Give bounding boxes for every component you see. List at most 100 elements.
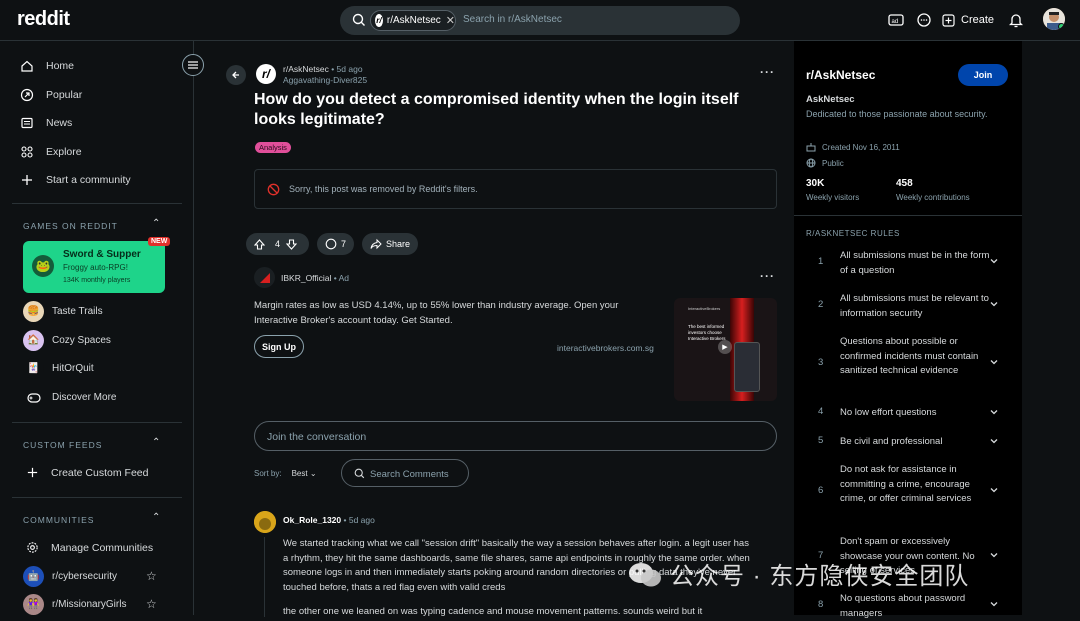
game-item[interactable]: 🃏 HitOrQuit: [23, 358, 94, 379]
ad-url[interactable]: interactivebrokers.com.sg: [557, 343, 654, 353]
nav-popular[interactable]: Popular: [20, 88, 82, 102]
search-community-chip[interactable]: r/ r/AskNetsec ✕: [370, 10, 456, 31]
rule-number: 1: [818, 256, 824, 267]
play-icon[interactable]: ▶: [718, 340, 732, 354]
nav-home[interactable]: Home: [20, 59, 74, 73]
comments-button[interactable]: 7: [317, 233, 355, 255]
watermark: 公众号 · 东方隐侠安全团队: [628, 556, 969, 595]
create-custom-feed[interactable]: Create Custom Feed: [26, 466, 148, 479]
sort-label: Sort by:: [254, 469, 282, 478]
sign-up-button[interactable]: Sign Up: [254, 335, 304, 358]
close-icon[interactable]: ✕: [446, 14, 455, 27]
community-item[interactable]: 👭 r/MissionaryGirls: [23, 594, 126, 615]
watermark-text: 公众号 · 东方隐侠安全团队: [670, 563, 970, 590]
created-text: Created Nov 16, 2011: [822, 142, 900, 152]
user-avatar[interactable]: [1043, 8, 1065, 30]
advertise-icon[interactable]: ad: [886, 10, 906, 30]
plus-icon: [27, 467, 38, 478]
chevron-down-icon[interactable]: [989, 404, 999, 422]
divider: [12, 203, 182, 204]
star-icon[interactable]: ☆: [146, 597, 157, 611]
news-icon: [21, 117, 33, 129]
sort-control[interactable]: Sort by: Best ⌄: [254, 469, 317, 478]
visitors-count: 30K: [806, 178, 825, 189]
more-options-icon[interactable]: ···: [760, 269, 775, 283]
cybersecurity-icon: 🤖: [23, 566, 44, 587]
nav-start-community[interactable]: Start a community: [20, 173, 131, 187]
reddit-logo[interactable]: reddit: [17, 8, 70, 31]
comment-author[interactable]: Ok_Role_1320: [283, 515, 341, 525]
share-icon: [370, 238, 382, 250]
discover-more[interactable]: Discover More: [23, 387, 116, 408]
cake-icon: [806, 143, 816, 152]
back-button[interactable]: [226, 65, 246, 85]
plus-icon: [942, 13, 955, 27]
manage-communities[interactable]: Manage Communities: [26, 541, 153, 554]
thread-line[interactable]: [264, 537, 265, 617]
nav-label: Home: [46, 60, 75, 72]
chevron-down-icon[interactable]: [989, 253, 999, 271]
game-title: Sword & Supper: [63, 249, 141, 260]
chevron-up-icon[interactable]: ⌃: [152, 218, 160, 229]
more-options-icon[interactable]: ···: [760, 65, 775, 79]
featured-game-card[interactable]: 🐸 Sword & Supper Froggy auto-RPG! 134K m…: [23, 237, 171, 293]
search-comments-input[interactable]: Search Comments: [341, 459, 469, 487]
share-label: Share: [386, 239, 411, 249]
ad-body[interactable]: Margin rates as low as USD 4.14%, up to …: [254, 298, 664, 328]
chevron-down-icon[interactable]: [989, 596, 999, 614]
top-bar: reddit r/ r/AskNetsec ✕ Search in r/AskN…: [0, 0, 1080, 41]
sort-value[interactable]: Best: [292, 469, 308, 478]
chat-icon[interactable]: [914, 10, 934, 30]
advertiser-name[interactable]: IBKR_Official: [281, 273, 331, 283]
divider: [794, 215, 1022, 216]
comment-age: 5d ago: [348, 515, 375, 525]
post-flair[interactable]: Analysis: [255, 142, 291, 153]
game-item[interactable]: 🍔 Taste Trails: [23, 301, 103, 322]
rule-number: 2: [818, 299, 824, 310]
nav-explore[interactable]: Explore: [20, 145, 82, 159]
upvote-icon[interactable]: [254, 238, 265, 250]
rule-number: 5: [818, 435, 824, 446]
chevron-up-icon[interactable]: ⌃: [152, 512, 160, 523]
nav-label: Popular: [46, 89, 83, 101]
search-bar[interactable]: r/ r/AskNetsec ✕ Search in r/AskNetsec: [340, 6, 740, 35]
search-input[interactable]: Search in r/AskNetsec: [463, 14, 562, 25]
community-item[interactable]: 🤖 r/cybersecurity: [23, 566, 117, 587]
visitors-label: Weekly visitors: [806, 193, 860, 202]
post-meta: r/AskNetsec • 5d ago: [283, 64, 363, 74]
wechat-icon: [628, 562, 662, 595]
create-button[interactable]: Create: [942, 13, 995, 27]
game-label: Discover More: [52, 392, 117, 403]
communities-heading: COMMUNITIES: [23, 515, 95, 525]
contributions-count: 458: [896, 178, 913, 189]
downvote-icon[interactable]: [286, 238, 298, 250]
share-button[interactable]: Share: [362, 233, 419, 255]
hitorquit-icon: 🃏: [23, 358, 44, 379]
chevron-down-icon[interactable]: [989, 296, 999, 314]
star-icon[interactable]: ☆: [146, 569, 157, 583]
nav-news[interactable]: News: [20, 116, 72, 130]
post-main: r/ r/AskNetsec • 5d ago Aggavathing-Dive…: [194, 41, 794, 617]
join-button[interactable]: Join: [958, 64, 1008, 86]
notification-bell-icon[interactable]: [1006, 10, 1026, 30]
chevron-down-icon[interactable]: [989, 547, 999, 565]
divider: [12, 497, 182, 498]
join-conversation-input[interactable]: Join the conversation: [254, 421, 777, 451]
advertiser-avatar[interactable]: [254, 267, 275, 288]
subreddit-icon[interactable]: r/: [256, 64, 276, 84]
chevron-up-icon[interactable]: ⌃: [152, 437, 160, 448]
subreddit-link[interactable]: r/AskNetsec: [283, 64, 329, 74]
rule-number: 6: [818, 485, 824, 496]
taste-trails-icon: 🍔: [23, 301, 44, 322]
post-author[interactable]: Aggavathing-Diver825: [283, 75, 367, 85]
ad-thumbnail[interactable]: InteractiveBrokers The best informed inv…: [674, 298, 777, 401]
chevron-down-icon[interactable]: [989, 433, 999, 451]
chevron-down-icon[interactable]: [989, 354, 999, 372]
blocked-icon: [267, 183, 280, 196]
search-icon: [352, 13, 365, 26]
create-label: Create: [961, 14, 995, 26]
game-item[interactable]: 🏠 Cozy Spaces: [23, 330, 111, 351]
nav-label: Start a community: [46, 174, 131, 186]
chevron-down-icon[interactable]: [989, 482, 999, 500]
commenter-avatar[interactable]: [254, 511, 276, 533]
